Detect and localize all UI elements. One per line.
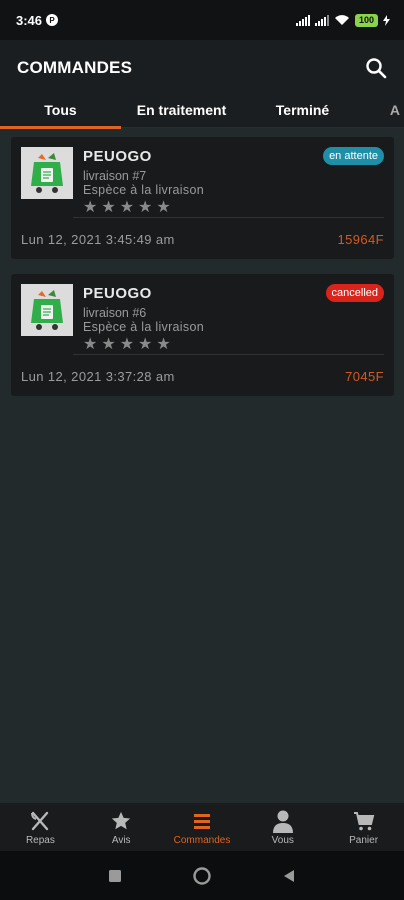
star-icon: ★	[156, 199, 171, 216]
star-icon: ★	[83, 199, 98, 216]
status-left: 3:46 P	[16, 12, 59, 28]
signal-2-icon	[314, 14, 329, 26]
recents-button-icon[interactable]	[108, 869, 122, 883]
wifi-icon	[334, 15, 349, 25]
bottom-navigation: Repas Avis Commandes Vous Panier	[0, 803, 404, 851]
star-icon: ★	[83, 336, 98, 353]
order-date: Lun 12, 2021 3:37:28 am	[21, 369, 175, 384]
order-date: Lun 12, 2021 3:45:49 am	[21, 232, 175, 247]
shop-name: PEUOGO	[83, 285, 152, 302]
order-price: 7045F	[345, 369, 384, 384]
star-icon: ★	[156, 336, 171, 353]
list-icon	[190, 809, 214, 833]
tab-tous[interactable]: Tous	[0, 96, 121, 129]
notification-p-icon: P	[46, 14, 59, 26]
nav-item-commandes[interactable]: Commandes	[162, 803, 243, 851]
cart-icon	[352, 809, 376, 833]
order-card[interactable]: PEUOGO livraison #6 Espèce à la livraiso…	[11, 274, 394, 396]
order-price: 15964F	[337, 232, 384, 247]
status-right: 100	[295, 13, 390, 27]
order-card-footer: Lun 12, 2021 3:37:28 am 7045F	[21, 369, 384, 384]
shop-logo	[21, 284, 73, 336]
star-icon: ★	[138, 336, 153, 353]
order-info: PEUOGO livraison #6 Espèce à la livraiso…	[83, 285, 204, 353]
person-icon	[271, 809, 295, 833]
star-icon	[109, 809, 133, 833]
order-card-footer: Lun 12, 2021 3:45:49 am 15964F	[21, 232, 384, 247]
order-tabs: Tous En traitement Terminé A	[0, 96, 404, 129]
star-icon: ★	[138, 199, 153, 216]
page-title: COMMANDES	[17, 58, 133, 77]
order-card-header: PEUOGO livraison #6 Espèce à la livraiso…	[21, 284, 384, 353]
tab-termine[interactable]: Terminé	[242, 96, 363, 128]
star-icon: ★	[119, 336, 135, 353]
rating-stars: ★ ★ ★ ★ ★	[83, 337, 204, 353]
nav-label: Avis	[111, 835, 131, 846]
nav-item-avis[interactable]: Avis	[81, 803, 162, 851]
battery-indicator: 100	[354, 13, 378, 27]
payment-method: Espèce à la livraison	[83, 183, 204, 197]
star-icon: ★	[101, 199, 116, 216]
order-card[interactable]: PEUOGO livraison #7 Espèce à la livraiso…	[11, 137, 394, 259]
order-card-header: PEUOGO livraison #7 Espèce à la livraiso…	[21, 147, 384, 216]
rating-stars: ★ ★ ★ ★ ★	[83, 200, 204, 216]
shopping-bag-logo-icon	[31, 153, 63, 193]
status-bar: 3:46 P 100	[0, 0, 404, 40]
system-navigation-bar	[0, 851, 404, 900]
home-button-icon[interactable]	[192, 866, 212, 886]
star-icon: ★	[101, 336, 116, 353]
shopping-bag-logo-icon	[31, 290, 63, 330]
shop-logo	[21, 147, 73, 199]
status-time: 3:46	[16, 12, 43, 28]
charging-icon	[383, 14, 390, 26]
nav-label: Commandes	[173, 835, 231, 846]
card-divider	[73, 217, 384, 218]
nav-label: Vous	[271, 835, 294, 846]
fork-knife-icon	[28, 809, 52, 833]
app-bar: COMMANDES	[0, 40, 404, 96]
back-button-icon[interactable]	[282, 869, 296, 883]
nav-item-panier[interactable]: Panier	[323, 803, 404, 851]
shop-name: PEUOGO	[83, 148, 152, 165]
card-divider	[73, 354, 384, 355]
search-icon	[366, 58, 387, 79]
signal-icon	[295, 14, 310, 26]
star-icon: ★	[119, 199, 135, 216]
tab-en-traitement[interactable]: En traitement	[121, 96, 242, 128]
order-info: PEUOGO livraison #7 Espèce à la livraiso…	[83, 148, 204, 216]
tab-next-partial[interactable]: A	[363, 96, 404, 128]
status-badge: en attente	[323, 147, 384, 165]
status-badge: cancelled	[325, 284, 384, 302]
nav-label: Repas	[25, 835, 55, 846]
nav-label: Panier	[349, 835, 379, 846]
delivery-number: livraison #7	[83, 169, 147, 183]
delivery-number: livraison #6	[83, 306, 147, 320]
nav-item-vous[interactable]: Vous	[242, 803, 323, 851]
search-button[interactable]	[362, 54, 390, 82]
payment-method: Espèce à la livraison	[83, 320, 204, 334]
nav-item-repas[interactable]: Repas	[0, 803, 81, 851]
